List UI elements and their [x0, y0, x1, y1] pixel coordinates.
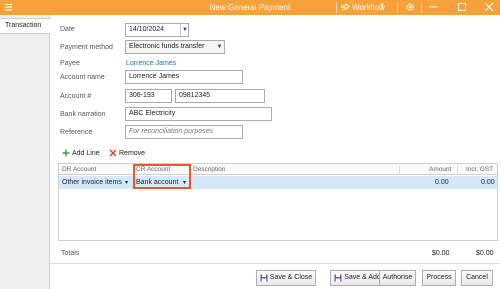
side-tab-pane: Transaction	[0, 15, 51, 289]
cell-cr-account[interactable]: Bank account	[136, 179, 178, 186]
table-row[interactable]: Other invoice items ▾ Bank account ▾ 0.0…	[59, 176, 497, 189]
divider	[397, 2, 398, 13]
chevron-down-icon[interactable]: ▼	[379, 3, 385, 9]
chevron-down-icon[interactable]: ▾	[125, 179, 128, 186]
divider	[421, 2, 422, 13]
process-button[interactable]: Process	[422, 270, 456, 286]
remove-button[interactable]: Remove	[119, 150, 145, 157]
column-divider[interactable]	[190, 165, 191, 174]
remove-icon[interactable]	[109, 149, 117, 157]
column-header-incl-gst[interactable]: Incl. GST	[466, 166, 493, 173]
reference-label: Reference	[60, 129, 93, 136]
plus-icon[interactable]	[62, 149, 70, 157]
cell-amount[interactable]: 0.00	[435, 179, 449, 186]
total-amount: $0.00	[432, 250, 450, 257]
bsb-field[interactable]: 306-193	[125, 89, 172, 103]
cell-dr-account[interactable]: Other invoice items	[62, 179, 122, 186]
bank-narration-label: Bank narration	[60, 111, 106, 118]
column-header-description[interactable]: Description	[193, 166, 226, 173]
gear-icon[interactable]	[405, 2, 415, 12]
add-line-button[interactable]: Add Line	[72, 150, 100, 157]
payment-method-select[interactable]: Electronic funds transfer	[125, 40, 225, 54]
cancel-button[interactable]: Cancel	[461, 270, 493, 286]
grid-header: DR Account CR Account Description Amount…	[59, 164, 497, 175]
account-name-field[interactable]: Lorrence James	[125, 70, 243, 84]
column-divider[interactable]	[133, 165, 134, 174]
save-add-button[interactable]: Save & Add	[330, 270, 385, 286]
chevron-down-icon[interactable]: ▼	[215, 41, 224, 53]
save-close-button[interactable]: Save & Close	[256, 270, 316, 286]
tab-transaction[interactable]: Transaction	[0, 18, 51, 34]
title-bar: New General Payment Workflow ▼	[0, 0, 500, 15]
save-icon	[334, 274, 342, 282]
divider	[336, 2, 337, 13]
payee-link[interactable]: Lorrence James	[126, 60, 176, 67]
workflow-icon[interactable]	[341, 3, 350, 12]
close-icon[interactable]	[482, 1, 496, 13]
bank-narration-field[interactable]: ABC Electricity	[125, 107, 272, 121]
date-label: Date	[60, 26, 75, 33]
lines-grid: DR Account CR Account Description Amount…	[58, 163, 498, 241]
totals-row: Totals $0.00 $0.00	[58, 247, 498, 259]
column-header-dr-account[interactable]: DR Account	[62, 166, 96, 173]
line-toolbar: Add Line Remove	[58, 147, 500, 162]
footer-bar: Save & Close Save & Add Authorise Proces…	[50, 263, 500, 289]
payment-method-label: Payment method	[60, 44, 113, 51]
authorise-button[interactable]: Authorise	[379, 270, 416, 286]
reference-field[interactable]: For reconciliation purposes	[125, 125, 243, 139]
total-incl-gst: $0.00	[476, 250, 494, 257]
cell-incl-gst[interactable]: 0.00	[481, 179, 495, 186]
chevron-down-icon[interactable]: ▾	[183, 179, 186, 186]
maximize-icon[interactable]	[455, 1, 469, 13]
payee-label: Payee	[60, 60, 80, 67]
minimize-icon[interactable]	[426, 1, 440, 13]
account-name-label: Account name	[60, 74, 105, 81]
account-number-label: Account #	[60, 93, 92, 100]
column-header-amount[interactable]: Amount	[429, 166, 451, 173]
column-divider[interactable]	[457, 165, 458, 174]
column-header-cr-account[interactable]: CR Account	[136, 166, 170, 173]
totals-label: Totals	[61, 250, 80, 257]
account-number-field[interactable]: 09812345	[175, 89, 265, 103]
column-divider[interactable]	[399, 165, 400, 174]
window-title: New General Payment	[209, 3, 291, 12]
save-icon	[260, 274, 268, 282]
calendar-dropdown-icon[interactable]: ▼	[180, 24, 189, 36]
